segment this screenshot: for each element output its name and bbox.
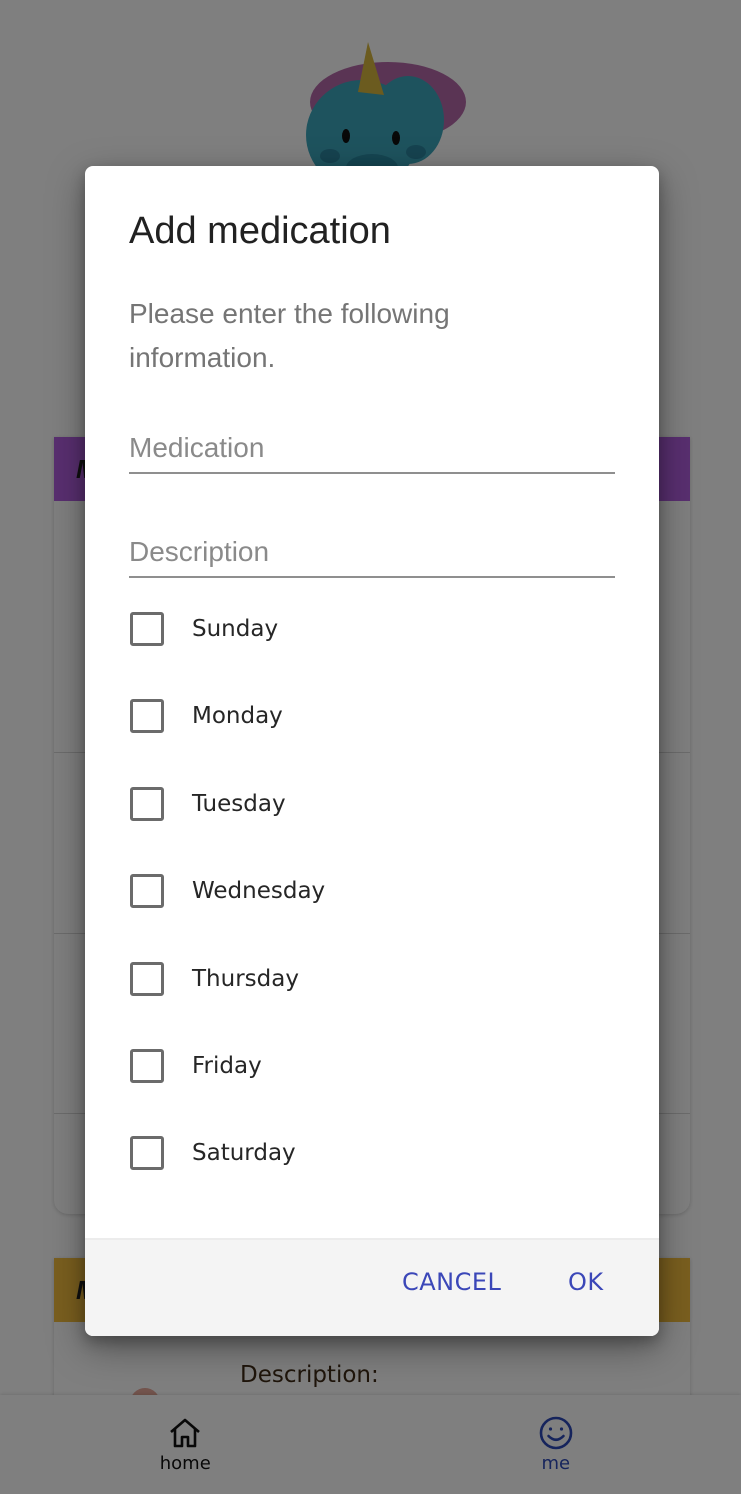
checkbox-wednesday[interactable] <box>130 874 164 908</box>
description-field <box>129 514 615 578</box>
checkbox-sunday[interactable] <box>130 612 164 646</box>
dialog-actions: CANCEL OK <box>85 1238 659 1336</box>
checkbox-friday[interactable] <box>130 1049 164 1083</box>
ok-button[interactable]: OK <box>568 1268 604 1296</box>
day-label: Wednesday <box>192 878 326 904</box>
description-input[interactable] <box>129 514 615 576</box>
checkbox-thursday[interactable] <box>130 962 164 996</box>
checkbox-saturday[interactable] <box>130 1136 164 1170</box>
day-option-saturday[interactable]: Saturday <box>129 1123 296 1183</box>
checkbox-tuesday[interactable] <box>130 787 164 821</box>
day-label: Sunday <box>192 616 279 642</box>
dialog-description: Please enter the following information. <box>129 298 450 373</box>
day-label: Friday <box>192 1053 262 1079</box>
day-option-thursday[interactable]: Thursday <box>129 949 299 1009</box>
day-option-friday[interactable]: Friday <box>129 1036 262 1096</box>
medication-input[interactable] <box>129 410 615 472</box>
dialog-title: Add medication <box>129 210 391 252</box>
day-option-tuesday[interactable]: Tuesday <box>129 774 286 834</box>
day-option-monday[interactable]: Monday <box>129 686 283 746</box>
day-label: Saturday <box>192 1140 296 1166</box>
day-option-sunday[interactable]: Sunday <box>129 599 278 659</box>
day-label: Thursday <box>192 966 299 992</box>
day-option-wednesday[interactable]: Wednesday <box>129 861 325 921</box>
cancel-button[interactable]: CANCEL <box>402 1268 501 1296</box>
medication-field <box>129 410 615 474</box>
day-label: Tuesday <box>192 791 286 817</box>
add-medication-dialog: Add medication Please enter the followin… <box>85 166 659 1336</box>
day-label: Monday <box>192 703 283 729</box>
checkbox-monday[interactable] <box>130 699 164 733</box>
